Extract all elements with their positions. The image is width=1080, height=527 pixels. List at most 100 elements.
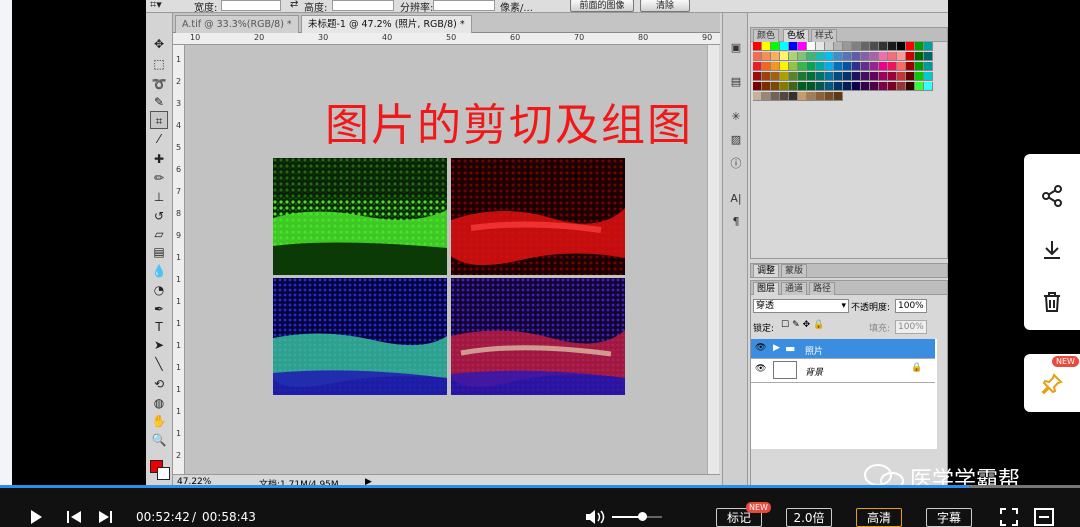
- lasso-tool-icon[interactable]: ➰: [150, 75, 168, 93]
- color-swatch[interactable]: [771, 42, 780, 51]
- expand-arrow-icon[interactable]: ▶: [773, 343, 780, 353]
- front-image-button[interactable]: 前面的图像: [570, 0, 634, 12]
- color-swatch[interactable]: [789, 72, 798, 81]
- vertical-scrollbar[interactable]: [707, 45, 719, 475]
- color-swatch[interactable]: [897, 42, 906, 51]
- dodge-tool-icon[interactable]: ◔: [150, 281, 168, 299]
- clear-button[interactable]: 清除: [640, 0, 690, 12]
- color-swatch[interactable]: [816, 92, 825, 101]
- color-swatch[interactable]: [843, 62, 852, 71]
- blur-tool-icon[interactable]: 💧: [150, 262, 168, 280]
- color-swatch[interactable]: [825, 92, 834, 101]
- color-swatch[interactable]: [771, 72, 780, 81]
- pin-icon[interactable]: [1040, 372, 1064, 396]
- crop-tool-icon[interactable]: ⌗: [150, 111, 168, 129]
- color-swatch[interactable]: [816, 82, 825, 91]
- color-swatch[interactable]: [780, 52, 789, 61]
- color-swatch[interactable]: [780, 82, 789, 91]
- color-swatch[interactable]: [780, 72, 789, 81]
- tab-untitled-1[interactable]: 未标题-1 @ 47.2% (照片, RGB/8) *: [301, 15, 472, 33]
- histogram-panel-icon[interactable]: ▨: [727, 131, 745, 149]
- color-swatch[interactable]: [870, 62, 879, 71]
- delete-icon[interactable]: [1040, 290, 1064, 314]
- tab-styles[interactable]: 样式: [811, 29, 838, 42]
- color-swatch[interactable]: [789, 92, 798, 101]
- color-swatch[interactable]: [798, 52, 807, 61]
- color-swatch[interactable]: [816, 72, 825, 81]
- tab-a-tif[interactable]: A.tif @ 33.3%(RGB/8) *: [175, 15, 299, 33]
- unit-select[interactable]: 像素/...: [500, 0, 533, 14]
- color-swatch[interactable]: [807, 62, 816, 71]
- color-swatch[interactable]: [834, 52, 843, 61]
- color-swatch[interactable]: [834, 62, 843, 71]
- tab-adjustments[interactable]: 调整: [753, 264, 780, 277]
- color-swatch[interactable]: [807, 82, 816, 91]
- info-panel-icon[interactable]: ⓘ: [727, 155, 745, 173]
- color-swatch[interactable]: [906, 42, 915, 51]
- previous-icon[interactable]: [66, 510, 84, 524]
- color-swatch[interactable]: [861, 42, 870, 51]
- color-swatch[interactable]: [762, 82, 771, 91]
- color-swatch[interactable]: [843, 52, 852, 61]
- color-swatch[interactable]: [798, 82, 807, 91]
- color-swatch[interactable]: [789, 62, 798, 71]
- color-swatch[interactable]: [753, 62, 762, 71]
- resolution-field[interactable]: [433, 0, 495, 11]
- history-panel-icon[interactable]: ▣: [727, 39, 745, 57]
- color-swatch[interactable]: [879, 52, 888, 61]
- tab-masks[interactable]: 蒙版: [781, 264, 808, 277]
- color-swatch[interactable]: [861, 82, 870, 91]
- color-swatch[interactable]: [798, 42, 807, 51]
- layer-row-photos[interactable]: 👁 ▶ ▬ 照片: [751, 339, 935, 359]
- color-swatch[interactable]: [771, 92, 780, 101]
- color-swatch[interactable]: [906, 62, 915, 71]
- color-swatch[interactable]: [753, 82, 762, 91]
- fill-field[interactable]: 100%: [895, 320, 927, 334]
- color-swatch[interactable]: [924, 82, 933, 91]
- color-swatch[interactable]: [897, 72, 906, 81]
- color-swatch[interactable]: [924, 62, 933, 71]
- background-color-swatch[interactable]: [157, 467, 170, 480]
- eye-icon[interactable]: 👁: [755, 343, 766, 353]
- color-swatch[interactable]: [879, 42, 888, 51]
- color-swatch[interactable]: [888, 82, 897, 91]
- color-swatch[interactable]: [780, 42, 789, 51]
- tab-color[interactable]: 颜色: [753, 29, 780, 42]
- width-field[interactable]: [221, 0, 281, 11]
- navigator-panel-icon[interactable]: ✳: [727, 108, 745, 126]
- stamp-tool-icon[interactable]: ⊥: [150, 188, 168, 206]
- color-swatch[interactable]: [897, 52, 906, 61]
- document-canvas[interactable]: 图片的剪切及组图: [185, 45, 718, 475]
- color-swatch[interactable]: [762, 52, 771, 61]
- color-swatch[interactable]: [798, 62, 807, 71]
- color-swatch[interactable]: [915, 42, 924, 51]
- color-swatch[interactable]: [861, 62, 870, 71]
- color-swatch[interactable]: [852, 42, 861, 51]
- layer-row-background[interactable]: 👁 背景 🔒: [751, 359, 935, 383]
- subtitle-button[interactable]: 字幕: [926, 508, 972, 527]
- color-swatch[interactable]: [870, 52, 879, 61]
- tab-paths[interactable]: 路径: [809, 282, 836, 295]
- line-tool-icon[interactable]: ╲: [150, 355, 168, 373]
- color-swatch[interactable]: [834, 92, 843, 101]
- color-swatch[interactable]: [753, 92, 762, 101]
- volume-icon[interactable]: [584, 508, 606, 526]
- color-swatch[interactable]: [906, 82, 915, 91]
- eraser-tool-icon[interactable]: ▱: [150, 225, 168, 243]
- move-tool-icon[interactable]: ✥: [150, 35, 168, 53]
- color-swatch[interactable]: [825, 72, 834, 81]
- zoom-tool-icon[interactable]: 🔍: [150, 431, 168, 449]
- gradient-tool-icon[interactable]: ▤: [150, 243, 168, 261]
- color-swatch[interactable]: [753, 42, 762, 51]
- color-swatch[interactable]: [798, 72, 807, 81]
- color-swatch[interactable]: [789, 52, 798, 61]
- color-swatch[interactable]: [825, 62, 834, 71]
- next-icon[interactable]: [96, 510, 114, 524]
- color-swatch[interactable]: [897, 82, 906, 91]
- color-swatch[interactable]: [852, 62, 861, 71]
- brush-tool-icon[interactable]: ✏: [150, 169, 168, 187]
- pen-tool-icon[interactable]: ✒: [150, 300, 168, 318]
- color-swatch[interactable]: [762, 42, 771, 51]
- type-tool-icon[interactable]: T: [150, 318, 168, 336]
- color-swatch[interactable]: [852, 52, 861, 61]
